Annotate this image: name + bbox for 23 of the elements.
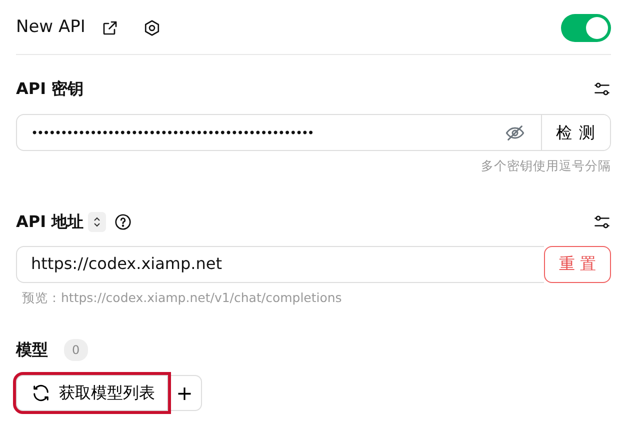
api-key-value: •••••••••••••••••••••••••••••••••••••••••••••••• <box>30 124 314 142</box>
model-count: 0 <box>64 338 88 360</box>
external-link-icon[interactable] <box>101 19 120 37</box>
refresh-icon <box>31 382 51 402</box>
preview-text: 预览：https://codex.xiamp.net/v1/chat/completions <box>21 288 342 307</box>
add-button[interactable]: + <box>168 374 202 410</box>
check-button[interactable]: 检 测 <box>540 115 610 150</box>
api-url-field[interactable]: https://codex.xiamp.net <box>16 246 544 283</box>
api-url-label: API 地址 <box>16 210 84 233</box>
expand-collapse-icon[interactable] <box>88 212 106 232</box>
enable-toggle[interactable] <box>561 14 611 42</box>
sliders-icon[interactable] <box>593 80 611 98</box>
api-key-label: API 密钥 <box>16 78 84 100</box>
header-title: New API <box>16 16 86 40</box>
hexagon-settings-icon[interactable] <box>143 19 162 37</box>
hint-text: 多个密钥使用逗号分隔 <box>481 157 611 175</box>
api-url-value: https://codex.xiamp.net <box>30 253 222 276</box>
help-icon[interactable] <box>114 212 132 231</box>
sliders-icon[interactable] <box>593 212 611 231</box>
eye-off-icon[interactable] <box>504 122 525 142</box>
models-label: 模型 <box>16 338 48 360</box>
reset-button[interactable]: 重 置 <box>544 246 611 283</box>
api-key-field[interactable]: •••••••••••••••••••••••••••••••••••••••••••••••• 检 测 <box>16 114 611 151</box>
